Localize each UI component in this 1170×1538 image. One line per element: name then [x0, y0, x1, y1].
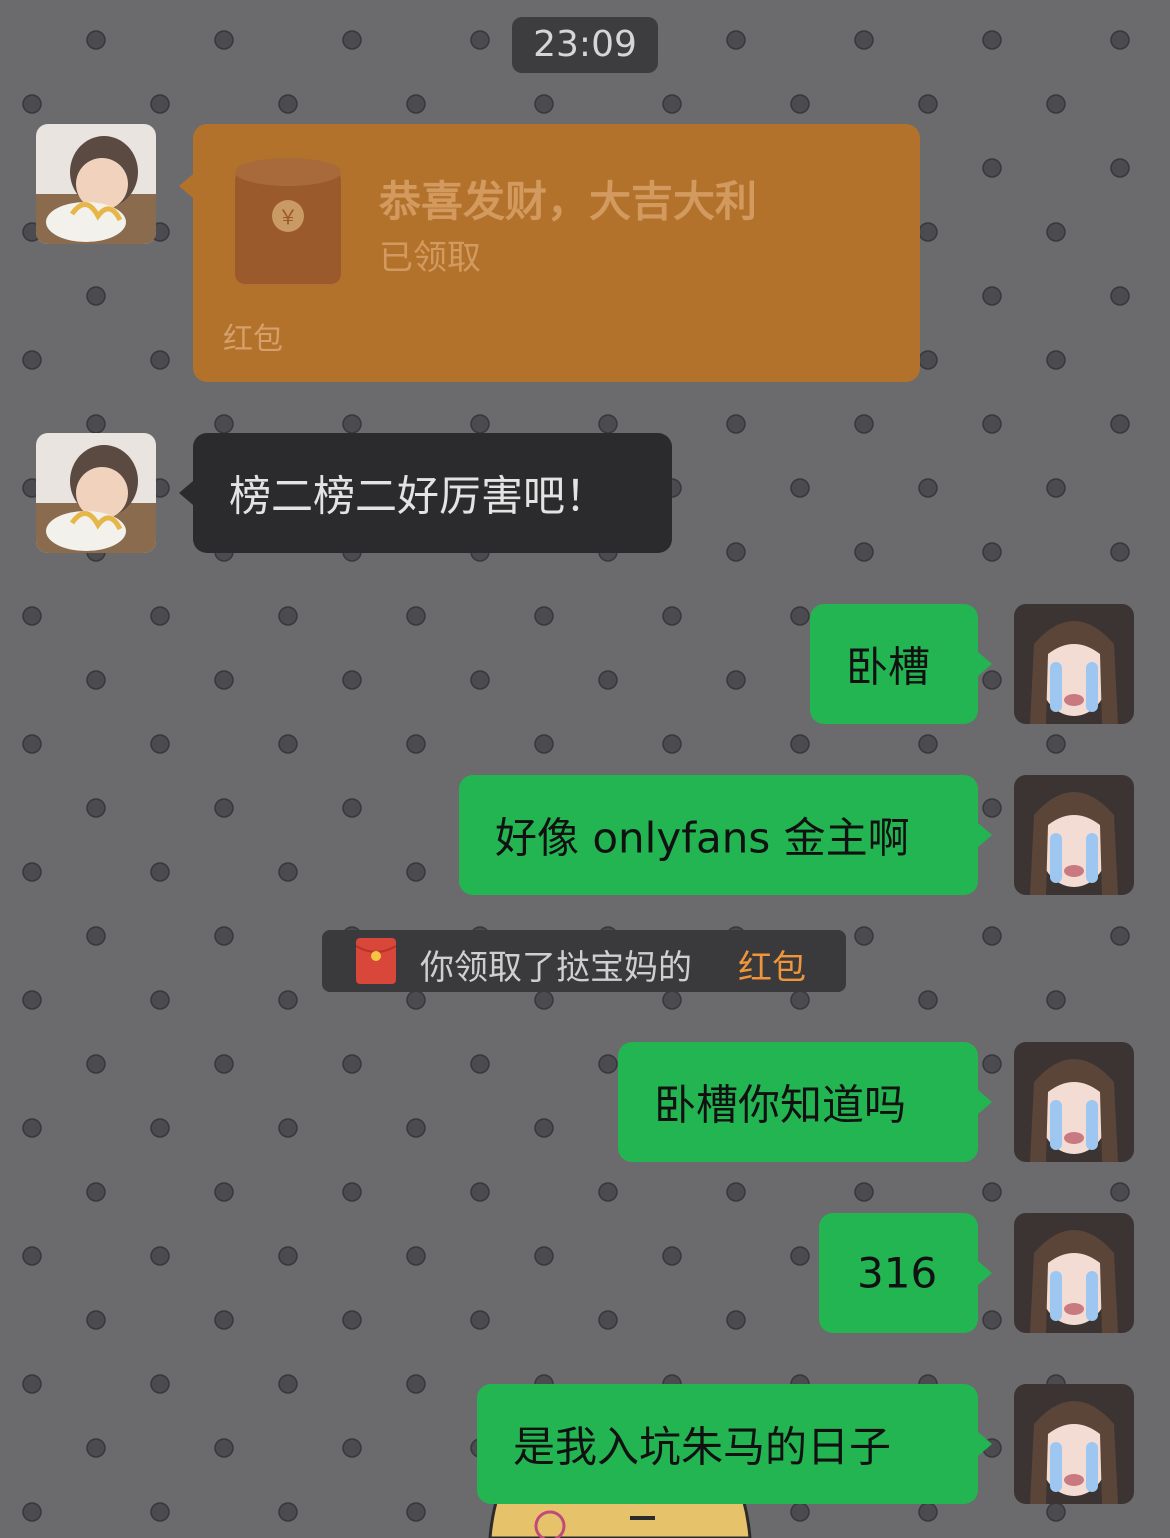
message-text: 卧槽你知道吗 [654, 1080, 907, 1130]
user-avatar[interactable] [1014, 1213, 1134, 1333]
system-notice: 你领取了挞宝妈的 红包 [322, 930, 846, 992]
timestamp-label: 23:09 [512, 17, 658, 73]
user-avatar[interactable] [1014, 604, 1134, 724]
incoming-message-bubble[interactable]: 榜二榜二好厉害吧！ [179, 433, 672, 553]
user-avatar-image [1014, 1384, 1134, 1504]
red-packet-bubble[interactable]: ￥ 恭喜发财，大吉大利 已领取 红包 [179, 124, 920, 382]
outgoing-message-bubble[interactable]: 卧槽你知道吗 [618, 1042, 992, 1162]
contact-avatar-image [36, 433, 156, 553]
message-text: 是我入坑朱马的日子 [513, 1422, 892, 1472]
message-text: 榜二榜二好厉害吧！ [229, 471, 608, 521]
message-text: 卧槽 [846, 642, 931, 692]
system-notice-text: 你领取了挞宝妈的 [420, 948, 692, 988]
red-packet-icon: ￥ [235, 158, 341, 284]
outgoing-message-bubble[interactable]: 卧槽 [810, 604, 992, 724]
red-packet-status: 已领取 [379, 238, 481, 278]
contact-avatar[interactable] [36, 433, 156, 553]
user-avatar-image [1014, 1213, 1134, 1333]
message-text: 好像 onlyfans 金主啊 [495, 813, 910, 863]
message-text: 316 [857, 1248, 938, 1298]
user-avatar[interactable] [1014, 775, 1134, 895]
outgoing-message-bubble[interactable]: 好像 onlyfans 金主啊 [459, 775, 992, 895]
red-packet-title: 恭喜发财，大吉大利 [379, 177, 758, 226]
svg-text:￥: ￥ [278, 205, 298, 229]
user-avatar-image [1014, 775, 1134, 895]
user-avatar-image [1014, 604, 1134, 724]
contact-avatar[interactable] [36, 124, 156, 244]
red-packet-link[interactable]: 红包 [738, 940, 806, 989]
user-avatar[interactable] [1014, 1384, 1134, 1504]
contact-avatar-image [36, 124, 156, 244]
user-avatar[interactable] [1014, 1042, 1134, 1162]
outgoing-message-bubble[interactable]: 316 [819, 1213, 992, 1333]
outgoing-message-bubble[interactable]: 是我入坑朱马的日子 [477, 1384, 992, 1504]
user-avatar-image [1014, 1042, 1134, 1162]
red-packet-label: 红包 [223, 322, 283, 357]
red-packet-icon [356, 938, 396, 984]
